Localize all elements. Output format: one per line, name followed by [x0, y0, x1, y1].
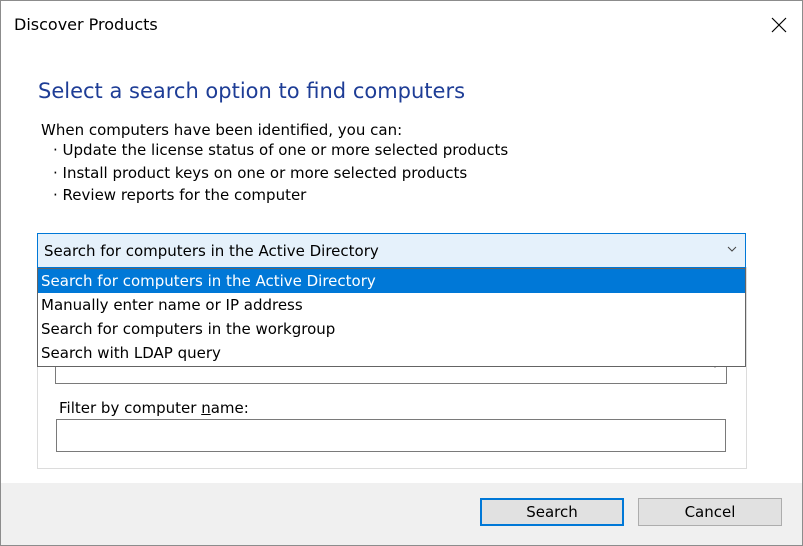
discover-products-dialog: Discover Products Select a search option…: [0, 0, 803, 546]
option-manual-name-ip[interactable]: Manually enter name or IP address: [38, 293, 745, 317]
list-item: Review reports for the computer: [53, 184, 508, 207]
search-option-dropdown: Search for computers in the Active Direc…: [37, 268, 746, 367]
intro-text: When computers have been identified, you…: [41, 121, 403, 139]
close-icon: [771, 17, 787, 33]
option-ldap-query[interactable]: Search with LDAP query: [38, 341, 745, 365]
close-button[interactable]: [756, 1, 802, 49]
window-title: Discover Products: [14, 15, 158, 34]
chevron-down-icon: [727, 246, 737, 252]
list-item: Install product keys on one or more sele…: [53, 162, 508, 185]
list-item: Update the license status of one or more…: [53, 139, 509, 162]
search-button[interactable]: Search: [480, 498, 624, 526]
filter-label: Filter by computer name:: [59, 399, 249, 417]
title-bar: Discover Products: [1, 1, 802, 49]
option-active-directory[interactable]: Search for computers in the Active Direc…: [38, 269, 745, 293]
cancel-button[interactable]: Cancel: [638, 498, 782, 526]
option-workgroup[interactable]: Search for computers in the workgroup: [38, 317, 745, 341]
search-option-combobox[interactable]: Search for computers in the Active Direc…: [37, 233, 746, 268]
filter-computer-name-input[interactable]: [56, 419, 726, 452]
search-option-value: Search for computers in the Active Direc…: [44, 242, 379, 260]
capability-list: Update the license status of one or more…: [53, 139, 509, 207]
page-heading: Select a search option to find computers: [38, 79, 466, 103]
